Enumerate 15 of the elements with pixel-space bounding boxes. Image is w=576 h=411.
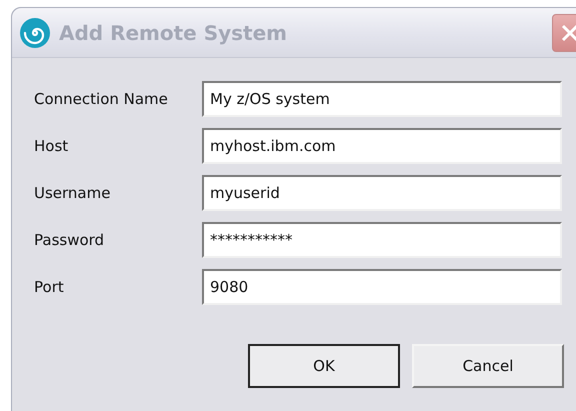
input-field[interactable]: myhost.ibm.com xyxy=(202,128,562,164)
dialog-button[interactable]: OK xyxy=(248,344,400,388)
input-field[interactable]: My z/OS system xyxy=(202,81,562,117)
window-title: Add Remote System xyxy=(59,20,288,46)
spiral-icon xyxy=(19,16,51,48)
field-label: Username xyxy=(34,182,112,204)
field-label: Connection Name xyxy=(34,88,169,110)
input-field[interactable]: *********** xyxy=(202,222,562,258)
field-label: Password xyxy=(34,230,106,251)
input-field[interactable]: myuserid xyxy=(202,175,562,211)
field-label: Host xyxy=(34,136,70,157)
input-field[interactable]: 9080 xyxy=(202,269,562,305)
field-label: Port xyxy=(34,276,65,298)
dialog-button[interactable]: Cancel xyxy=(412,344,564,388)
close-icon xyxy=(560,22,576,42)
